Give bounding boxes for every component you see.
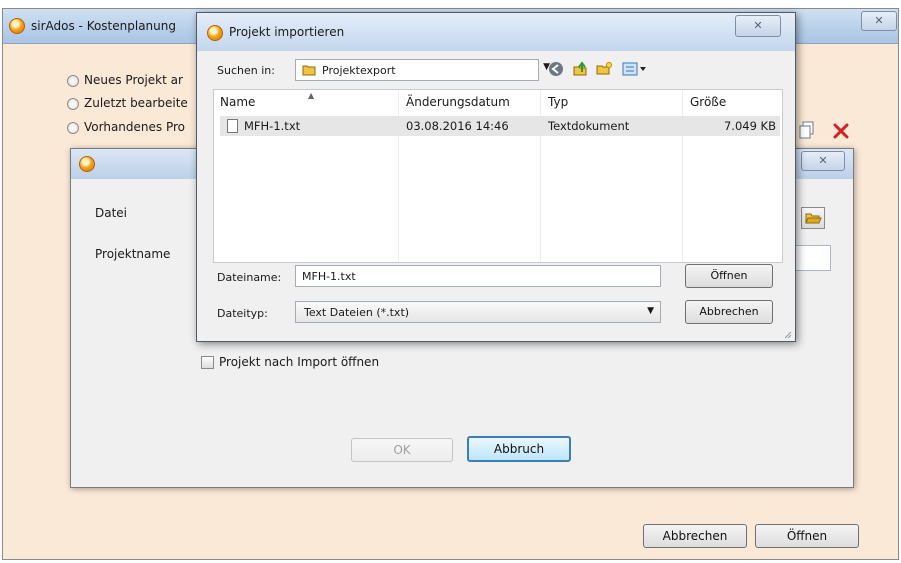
file-name-cell: MFH-1.txt [244,119,301,133]
text-file-icon [227,119,238,133]
file-date-cell: 03.08.2016 14:46 [406,119,509,133]
radio-existing-project-label: Vorhandenes Pro [84,120,185,134]
import-dialog-close-button[interactable]: ✕ [801,151,845,171]
look-in-value: Projektexport [322,64,396,77]
column-type[interactable]: Typ [542,90,682,114]
column-size[interactable]: Größe [684,90,782,114]
browse-folder-icon[interactable] [801,207,825,229]
file-dialog-close-button[interactable]: ✕ [735,15,781,37]
chevron-down-icon: ▼ [647,306,654,316]
main-open-button[interactable]: Öffnen [755,524,859,548]
new-folder-icon[interactable] [595,61,613,79]
filename-value: MFH-1.txt [302,270,356,283]
radio-new-project[interactable] [67,75,79,87]
filename-label: Dateiname: [217,271,282,284]
resize-grip-icon[interactable] [782,328,792,339]
filename-input[interactable]: MFH-1.txt [295,265,661,287]
look-in-select[interactable]: Projektexport ▼ [295,59,550,81]
open-after-import-checkbox[interactable] [201,356,214,369]
open-after-import-label: Projekt nach Import öffnen [219,355,380,369]
radio-existing-project[interactable] [67,122,79,134]
folder-icon [302,63,316,80]
file-dialog-logo-icon [207,25,223,41]
filetype-select[interactable]: Text Dateien (*.txt) ▼ [295,301,661,323]
file-dialog-titlebar[interactable]: Projekt importieren ✕ [197,13,795,51]
abort-button[interactable]: Abbruch [467,436,571,462]
file-label: Datei [95,206,128,220]
filetype-value: Text Dateien (*.txt) [304,306,410,319]
radio-recent-project-label: Zuletzt bearbeite [84,96,188,110]
project-name-label: Projektname [95,247,171,261]
app-logo-icon [9,18,25,34]
view-menu-icon[interactable] [621,61,649,79]
main-cancel-button[interactable]: Abbrechen [643,524,747,548]
ok-button[interactable]: OK [351,438,453,462]
back-icon[interactable] [547,61,565,79]
radio-recent-project[interactable] [67,98,79,110]
up-folder-icon[interactable] [571,61,589,79]
import-dialog-logo-icon [79,156,95,172]
main-window-title: sirAdos - Kostenplanung [31,19,176,33]
file-dialog: Projekt importieren ✕ Suchen in: Projekt… [196,12,796,342]
file-cancel-button[interactable]: Abbrechen [685,300,773,324]
copy-icon[interactable] [799,121,815,139]
file-open-button[interactable]: Öffnen [685,264,773,288]
look-in-label: Suchen in: [217,64,275,77]
file-size-cell: 7.049 KB [723,119,776,133]
filetype-label: Dateityp: [217,307,268,320]
file-list[interactable]: Name ▲ Änderungsdatum Typ Größe MFH-1.tx… [213,89,783,263]
file-type-cell: Textdokument [548,119,630,133]
delete-icon[interactable] [833,123,849,139]
main-close-button[interactable]: ✕ [861,11,897,31]
column-date[interactable]: Änderungsdatum [400,90,540,114]
radio-new-project-label: Neues Projekt ar [84,73,183,87]
file-dialog-title: Projekt importieren [229,25,345,39]
sort-arrow-icon: ▲ [308,91,315,100]
